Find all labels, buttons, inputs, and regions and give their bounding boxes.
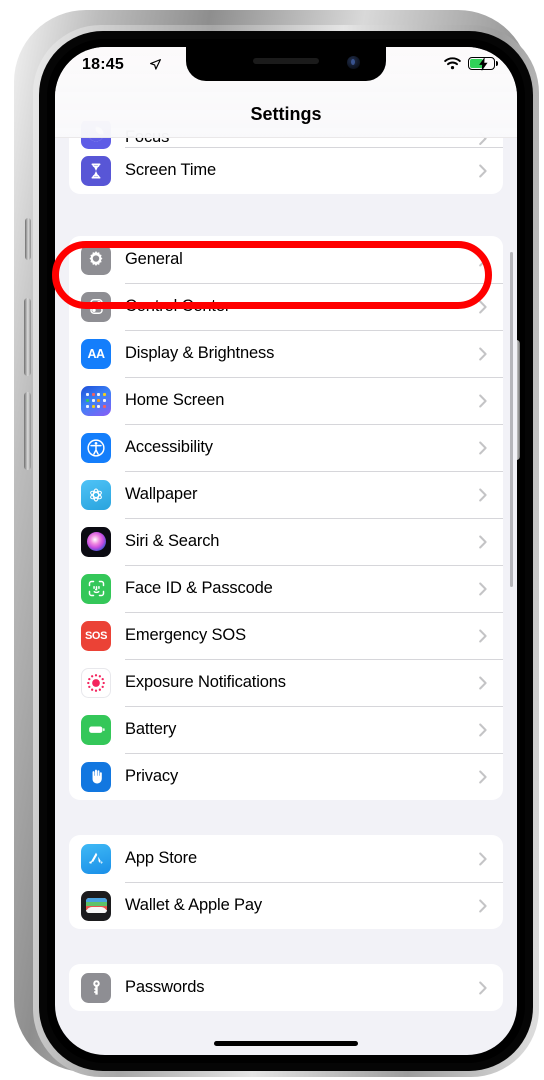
chevron-right-icon [479,629,487,642]
list-item-siri-search[interactable]: Siri & Search [69,518,503,565]
page-title: Settings [250,104,322,124]
list-item-label: Battery [125,720,177,738]
screenshot-root: Settings 18:45 Screen Time General Contr… [0,0,544,1080]
list-item-label: Siri & Search [125,532,220,550]
home-indicator[interactable] [214,1041,358,1046]
wallet-icon [81,890,111,921]
list-item-label: Wallpaper [125,485,198,503]
chevron-right-icon [479,582,487,595]
sos-icon: SOS [81,620,111,651]
earpiece-speaker [253,58,319,64]
chevron-right-icon [479,441,487,454]
wallpaper-icon [81,479,111,510]
battery-charging-icon [468,57,498,71]
list-item-label: Privacy [125,767,179,785]
list-item-label: Control Center [125,297,231,315]
face-id-icon [81,573,111,604]
list-item-label: Home Screen [125,391,225,409]
location-arrow-icon [150,59,161,70]
siri-icon [81,526,111,557]
chevron-right-icon [479,253,487,266]
settings-list[interactable]: Focus Screen Time [55,47,517,1055]
list-item-accessibility[interactable]: Accessibility [69,424,503,471]
status-time: 18:45 [82,56,124,73]
scrollbar[interactable] [510,252,513,587]
list-item-emergency-sos[interactable]: SOS Emergency SOS [69,612,503,659]
list-item-app-store[interactable]: App Store [69,835,503,882]
control-center-icon [81,291,111,322]
list-item-battery[interactable]: Battery [69,706,503,753]
wifi-icon [444,57,461,70]
mute-switch-button[interactable] [25,218,31,260]
group-store: App Store Wallet & Apple Pay [69,835,503,929]
chevron-right-icon [479,770,487,783]
front-camera-icon [347,56,360,69]
list-item-label: Screen Time [125,161,216,179]
sos-glyph: SOS [84,629,108,642]
chevron-right-icon [479,488,487,501]
list-item-label: Emergency SOS [125,626,246,644]
volume-up-button[interactable] [24,298,31,376]
chevron-right-icon [479,981,487,994]
chevron-right-icon [479,300,487,313]
chevron-right-icon [479,535,487,548]
list-item-passwords[interactable]: Passwords [69,964,503,1011]
notch [186,47,386,81]
exposure-notifications-icon [81,667,111,698]
status-right-cluster [444,57,498,71]
phone-screen: Settings 18:45 Screen Time General Contr… [55,47,517,1055]
list-item-wallet-apple-pay[interactable]: Wallet & Apple Pay [69,882,503,929]
list-item-face-id-passcode[interactable]: Face ID & Passcode [69,565,503,612]
list-item-display-brightness[interactable]: AA Display & Brightness [69,330,503,377]
list-item-screen-time[interactable]: Screen Time [69,147,503,194]
phone-outer-frame: Settings 18:45 Screen Time General Contr… [14,10,539,1077]
privacy-hand-icon [81,761,111,792]
chevron-right-icon [479,852,487,865]
chevron-right-icon [479,676,487,689]
display-brightness-icon: AA [81,338,111,369]
chevron-right-icon [479,347,487,360]
group-system: General Control Center AA Display & Brig… [69,236,503,800]
list-item-exposure-notifications[interactable]: Exposure Notifications [69,659,503,706]
aa-glyph: AA [87,346,105,361]
charging-bolt-icon [479,57,488,71]
gear-icon [81,244,111,275]
battery-icon [81,714,111,745]
list-item-label: Face ID & Passcode [125,579,273,597]
list-item-label: Exposure Notifications [125,673,286,691]
chevron-right-icon [479,164,487,177]
list-item-privacy[interactable]: Privacy [69,753,503,800]
list-item-label: General [125,250,183,268]
group-passwords: Passwords [69,964,503,1011]
app-store-icon [81,843,111,874]
list-item-label: Accessibility [125,438,213,456]
chevron-right-icon [479,394,487,407]
accessibility-icon [81,432,111,463]
list-item-general[interactable]: General [69,236,503,283]
list-item-home-screen[interactable]: Home Screen [69,377,503,424]
key-icon [81,972,111,1003]
home-screen-icon [81,385,111,416]
list-item-label: Wallet & Apple Pay [125,896,263,914]
chevron-right-icon [479,899,487,912]
list-item-label: Passwords [125,978,205,996]
hourglass-icon [81,155,111,186]
chevron-right-icon [479,723,487,736]
list-item-label: App Store [125,849,198,867]
list-item-control-center[interactable]: Control Center [69,283,503,330]
volume-down-button[interactable] [24,392,31,470]
list-item-label: Display & Brightness [125,344,275,362]
list-item-wallpaper[interactable]: Wallpaper [69,471,503,518]
